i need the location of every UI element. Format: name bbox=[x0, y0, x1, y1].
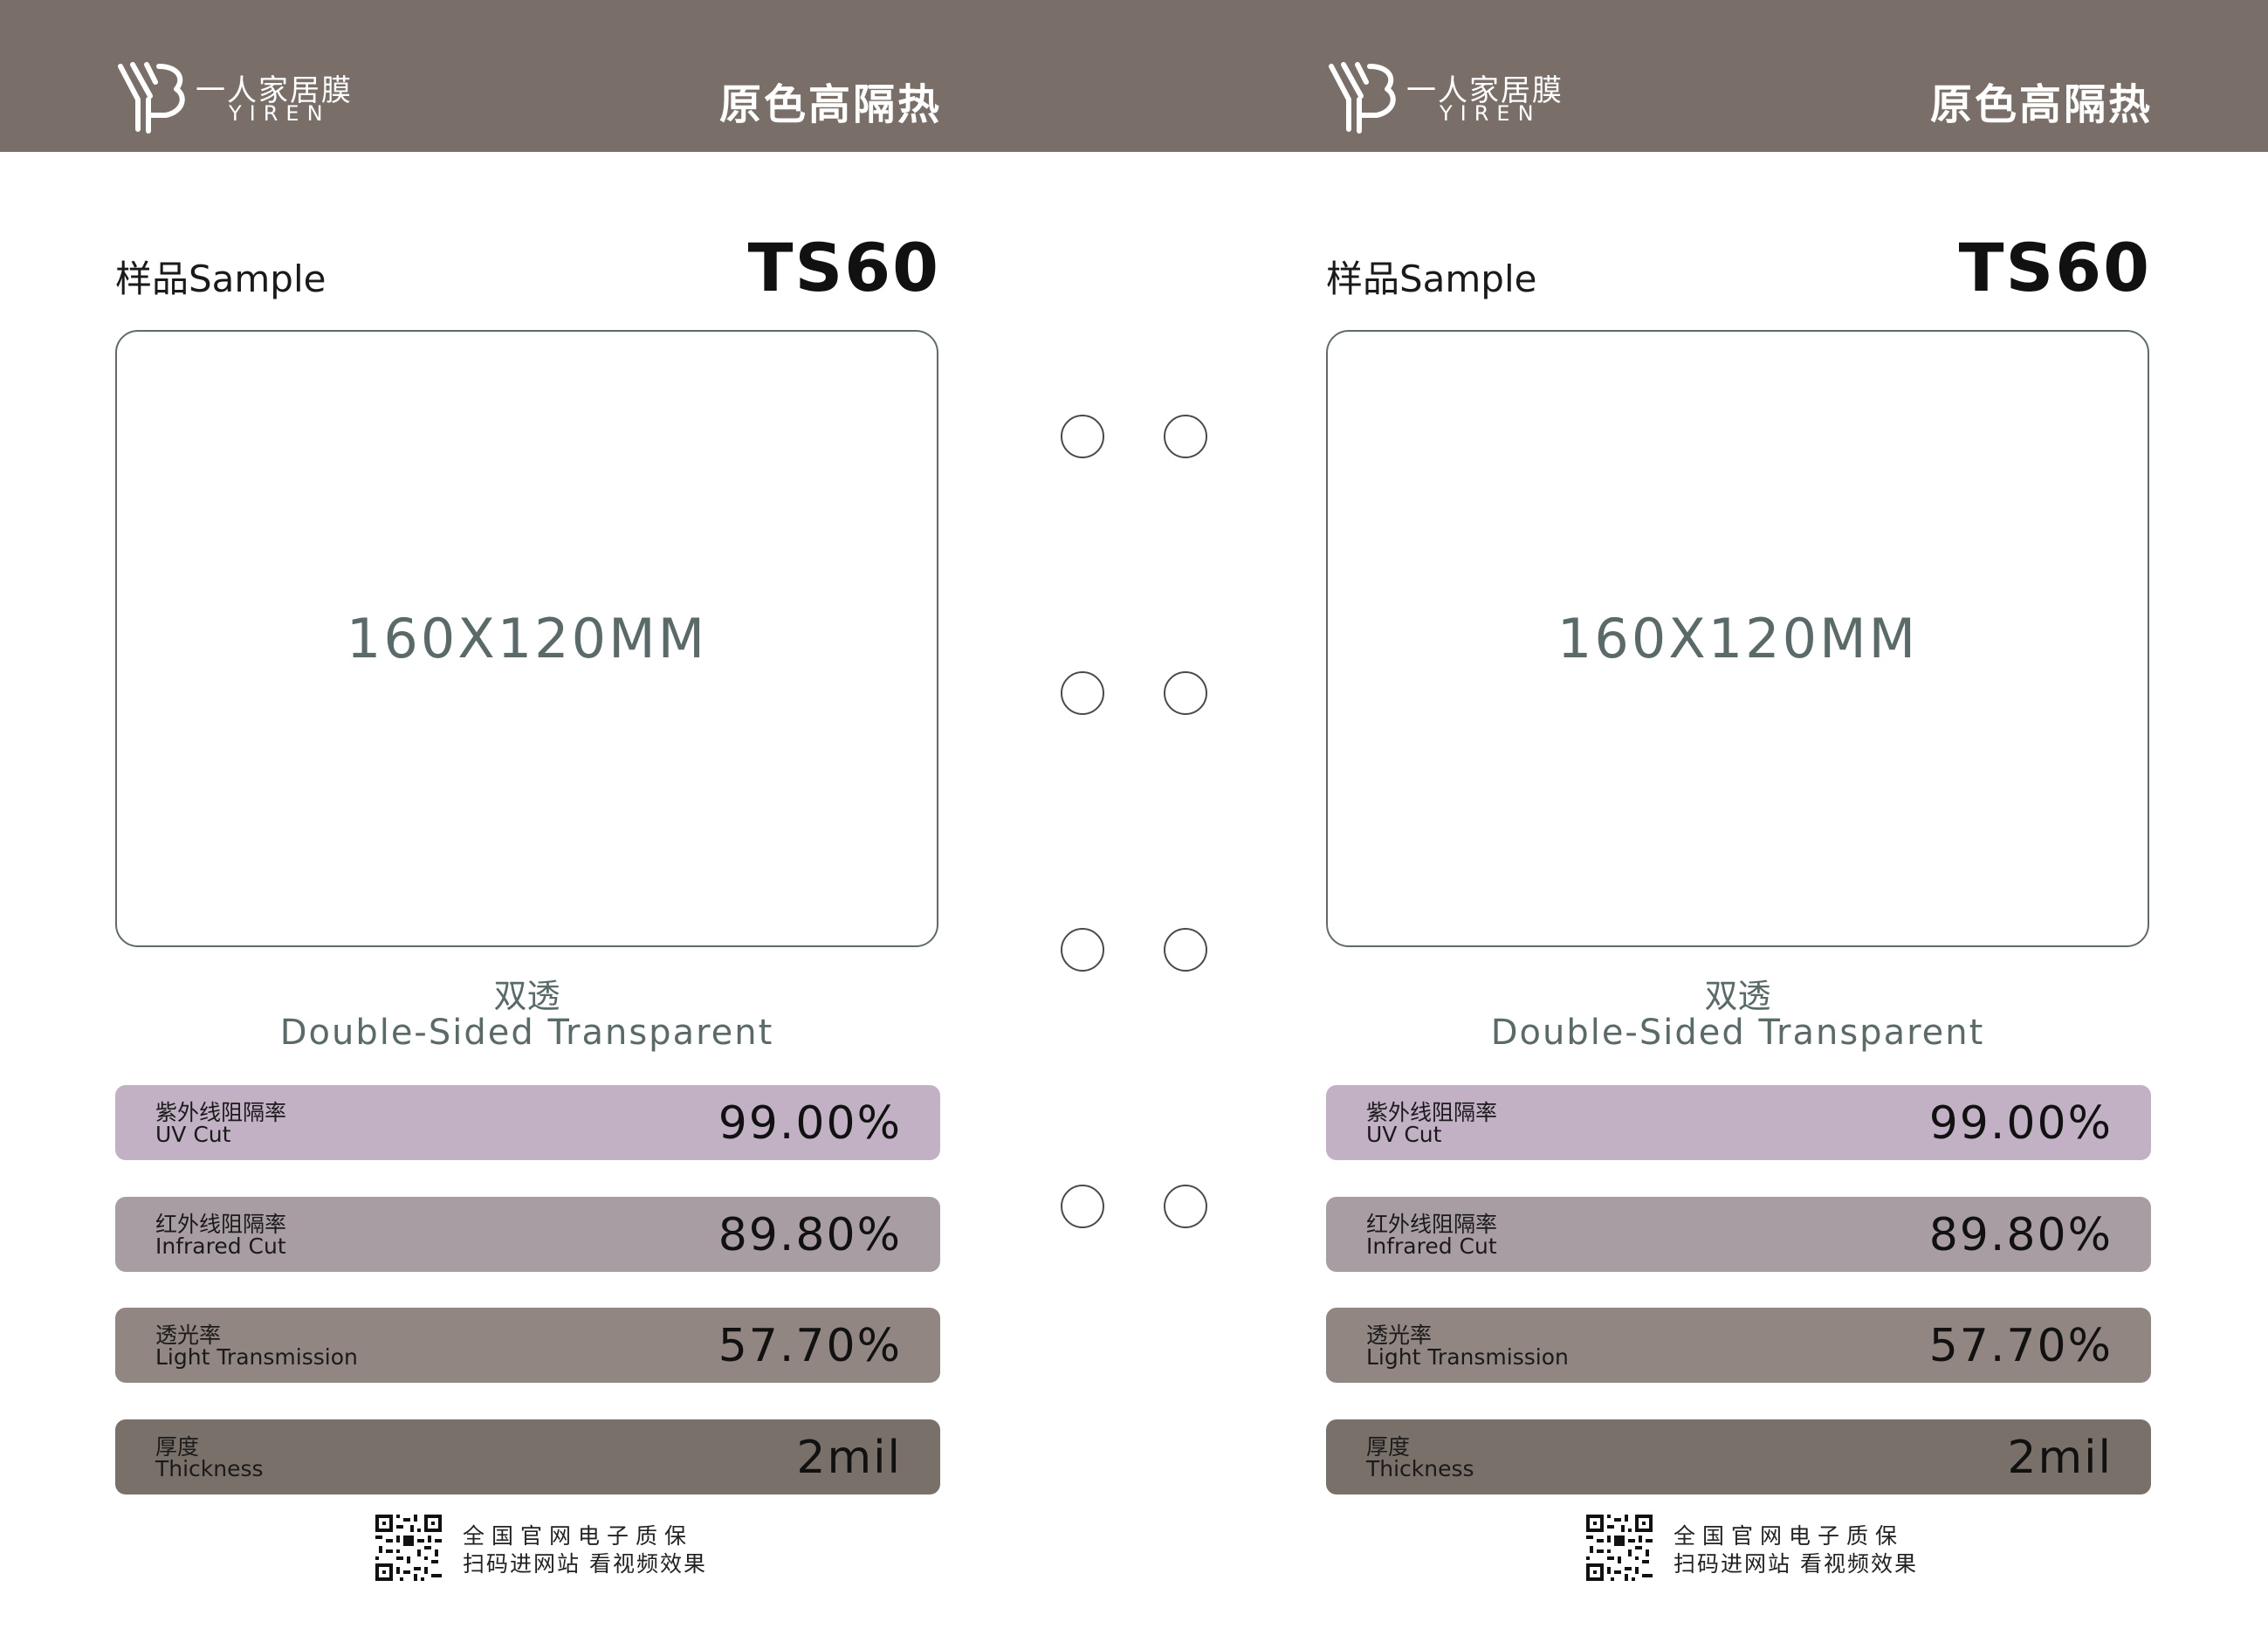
metric-value: 57.70% bbox=[718, 1320, 902, 1372]
metric-infrared-cut: 红外线阻隔率 Infrared Cut 89.80% bbox=[1326, 1197, 2151, 1272]
metric-light-transmission: 透光率 Light Transmission 57.70% bbox=[115, 1308, 940, 1383]
yiren-logo-icon bbox=[118, 62, 185, 134]
metric-value: 89.80% bbox=[1928, 1209, 2113, 1261]
metric-label-en: Thickness bbox=[1366, 1456, 1474, 1481]
film-type-cn: 双透 bbox=[493, 977, 560, 1015]
metric-label-en: Infrared Cut bbox=[155, 1233, 286, 1259]
header-title: 原色高隔热 bbox=[1929, 80, 2153, 129]
film-type-cn: 双透 bbox=[1704, 977, 1771, 1015]
film-type-en: Double-Sided Transparent bbox=[1490, 1013, 1985, 1053]
sample-window: 160X120MM bbox=[115, 330, 938, 947]
binder-hole bbox=[1164, 671, 1207, 715]
sample-card-left: 一人家居膜 YIREN 原色高隔热 样品Sample TS60 160X120M… bbox=[0, 0, 1134, 1649]
metric-label-en: Infrared Cut bbox=[1366, 1233, 1497, 1259]
metric-thickness: 厚度 Thickness 2mil bbox=[1326, 1419, 2151, 1494]
metric-label-en: Thickness bbox=[155, 1456, 264, 1481]
header-title: 原色高隔热 bbox=[718, 80, 942, 129]
metric-infrared-cut: 红外线阻隔率 Infrared Cut 89.80% bbox=[115, 1197, 940, 1272]
metric-label-en: UV Cut bbox=[155, 1122, 231, 1147]
binder-hole bbox=[1164, 928, 1207, 972]
brand-name-en: YIREN bbox=[1440, 101, 1542, 126]
metric-value: 2mil bbox=[796, 1432, 902, 1484]
brand-logo: 一人家居膜 YIREN bbox=[115, 58, 377, 136]
sample-window: 160X120MM bbox=[1326, 330, 2149, 947]
qr-caption-line1: 全国官网电子质保 bbox=[463, 1523, 694, 1549]
binder-hole bbox=[1061, 671, 1104, 715]
binder-hole bbox=[1164, 415, 1207, 458]
binder-hole bbox=[1164, 1185, 1207, 1228]
metric-label-en: Light Transmission bbox=[155, 1344, 358, 1370]
metric-value: 57.70% bbox=[1928, 1320, 2113, 1372]
binder-hole bbox=[1061, 1185, 1104, 1228]
qr-caption-line1: 全国官网电子质保 bbox=[1674, 1523, 1905, 1549]
metric-light-transmission: 透光率 Light Transmission 57.70% bbox=[1326, 1308, 2151, 1383]
metric-value: 89.80% bbox=[718, 1209, 902, 1261]
metric-uv-cut: 紫外线阻隔率 UV Cut 99.00% bbox=[115, 1085, 940, 1160]
qr-code-icon bbox=[375, 1515, 442, 1581]
yiren-logo-icon bbox=[1329, 62, 1396, 134]
model-number: TS60 bbox=[1958, 229, 2151, 306]
metric-label-en: Light Transmission bbox=[1366, 1344, 1569, 1370]
sample-label: 样品Sample bbox=[1326, 258, 1537, 300]
sample-size: 160X120MM bbox=[1557, 607, 1919, 670]
metric-value: 99.00% bbox=[718, 1097, 902, 1150]
brand-name-en: YIREN bbox=[229, 101, 331, 126]
sample-size: 160X120MM bbox=[346, 607, 708, 670]
qr-code-icon bbox=[1586, 1515, 1653, 1581]
qr-caption-line2: 扫码进网站 看视频效果 bbox=[463, 1551, 707, 1577]
model-number: TS60 bbox=[747, 229, 940, 306]
sample-label: 样品Sample bbox=[115, 258, 326, 300]
sample-card-right: 一人家居膜 YIREN 原色高隔热 样品Sample TS60 160X120M… bbox=[1211, 0, 2268, 1649]
binder-hole bbox=[1061, 415, 1104, 458]
binder-hole bbox=[1061, 928, 1104, 972]
metric-value: 2mil bbox=[2007, 1432, 2113, 1484]
brand-logo: 一人家居膜 YIREN bbox=[1326, 58, 1588, 136]
metric-thickness: 厚度 Thickness 2mil bbox=[115, 1419, 940, 1494]
metric-uv-cut: 紫外线阻隔率 UV Cut 99.00% bbox=[1326, 1085, 2151, 1160]
qr-caption-line2: 扫码进网站 看视频效果 bbox=[1674, 1551, 1918, 1577]
metric-label-en: UV Cut bbox=[1366, 1122, 1442, 1147]
film-type-en: Double-Sided Transparent bbox=[279, 1013, 774, 1053]
metric-value: 99.00% bbox=[1928, 1097, 2113, 1150]
